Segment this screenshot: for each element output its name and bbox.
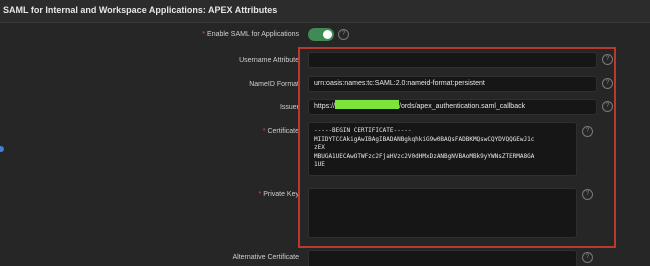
help-icon[interactable]: ? bbox=[582, 252, 593, 263]
private-key-label: * Private Key bbox=[180, 191, 299, 198]
saml-attributes-page: SAML for Internal and Workspace Applicat… bbox=[0, 0, 650, 266]
help-icon[interactable]: ? bbox=[602, 101, 613, 112]
username-attribute-label: Username Attribute bbox=[239, 57, 299, 64]
help-icon[interactable]: ? bbox=[338, 29, 349, 40]
section-header: SAML for Internal and Workspace Applicat… bbox=[0, 0, 650, 23]
info-dot-icon bbox=[0, 146, 4, 152]
enable-saml-label: * Enable SAML for Applications bbox=[180, 31, 299, 38]
help-icon[interactable]: ? bbox=[602, 54, 613, 65]
required-marker: * bbox=[262, 128, 266, 135]
issuer-input[interactable]: https:// /ords/apex_authentication.saml_c… bbox=[308, 99, 597, 115]
private-key-label-text: Private Key bbox=[263, 191, 299, 198]
redaction-mark bbox=[335, 100, 400, 109]
issuer-suffix: /ords/apex_authentication.saml_callback bbox=[399, 103, 526, 110]
certificate-label-text: Certificate bbox=[267, 128, 299, 135]
help-icon[interactable]: ? bbox=[582, 126, 593, 137]
nameid-format-input[interactable]: urn:oasis:names:tc:SAML:2.0:nameid-forma… bbox=[308, 76, 597, 92]
required-marker: * bbox=[258, 191, 262, 198]
help-icon[interactable]: ? bbox=[582, 189, 593, 200]
username-attribute-input[interactable] bbox=[308, 52, 597, 68]
alternative-certificate-textarea[interactable] bbox=[308, 250, 577, 266]
certificate-text: -----BEGIN CERTIFICATE----- MIIDYTCCAkig… bbox=[314, 127, 535, 168]
help-icon[interactable]: ? bbox=[602, 78, 613, 89]
issuer-label: Issuer bbox=[279, 104, 299, 111]
alternative-certificate-label: Alternative Certificate bbox=[232, 254, 299, 261]
certificate-label: * Certificate bbox=[180, 128, 299, 135]
enable-saml-toggle[interactable] bbox=[308, 28, 334, 41]
issuer-prefix: https:// bbox=[314, 103, 336, 110]
section-title: SAML for Internal and Workspace Applicat… bbox=[3, 5, 278, 15]
required-marker: * bbox=[202, 31, 206, 38]
toggle-knob bbox=[323, 30, 332, 39]
nameid-format-label: NameID Format bbox=[249, 81, 299, 88]
enable-saml-label-text: Enable SAML for Applications bbox=[207, 31, 299, 38]
private-key-textarea[interactable] bbox=[308, 188, 577, 238]
certificate-textarea[interactable]: -----BEGIN CERTIFICATE----- MIIDYTCCAkig… bbox=[308, 122, 577, 176]
